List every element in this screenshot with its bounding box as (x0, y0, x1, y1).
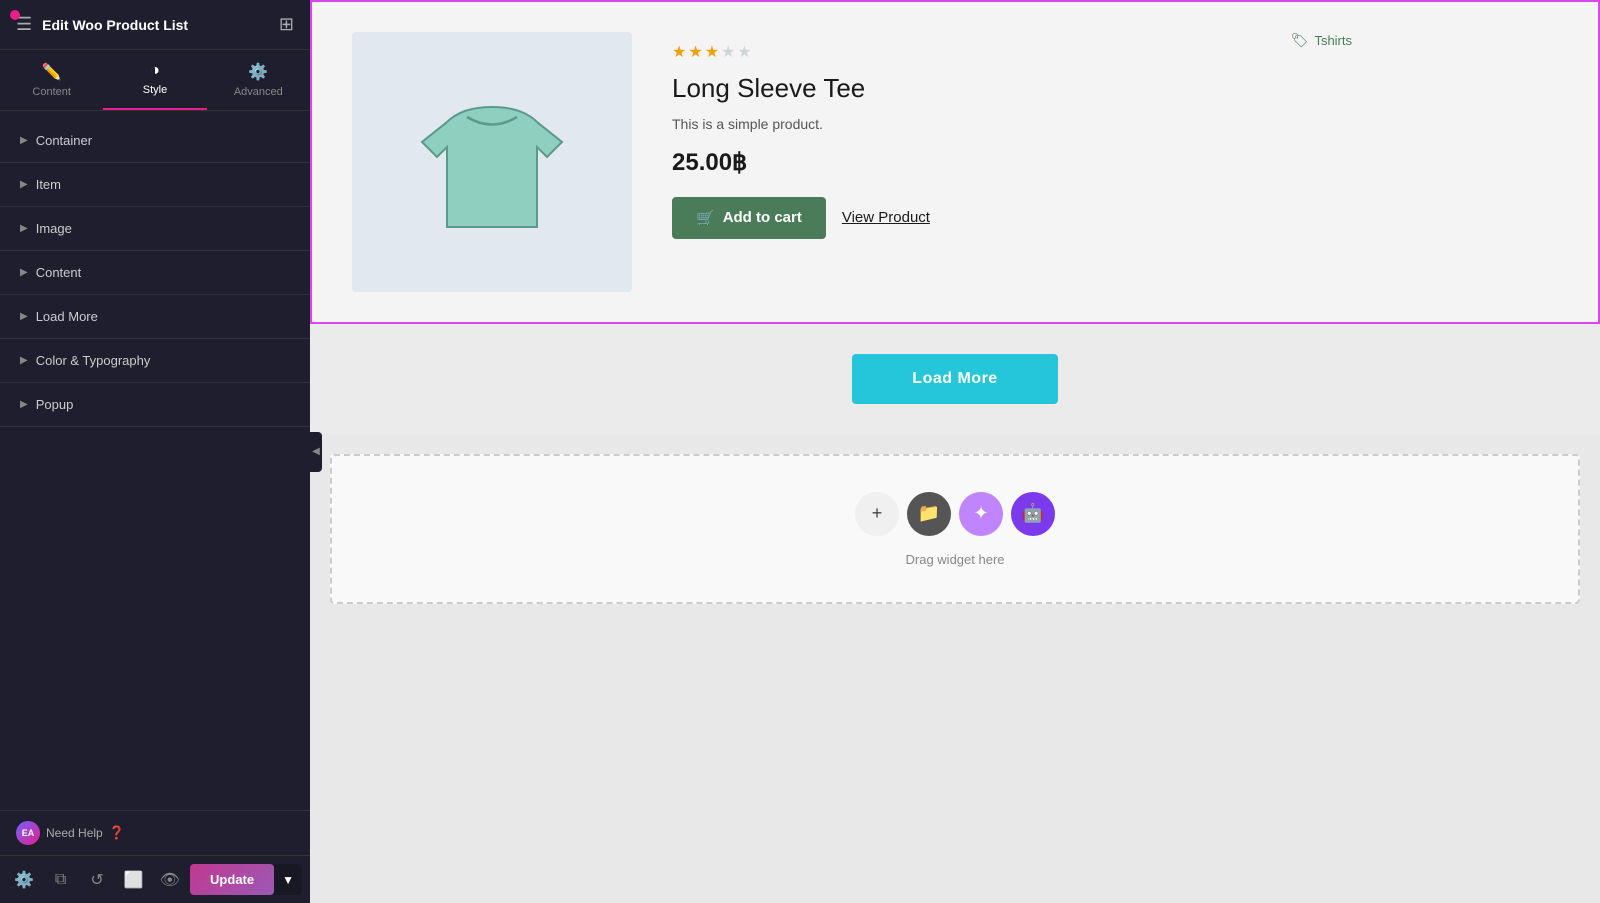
section-popup-header[interactable]: ▶ Popup (0, 383, 310, 426)
section-load-more-header[interactable]: ▶ Load More (0, 295, 310, 338)
star-4: ★ (721, 42, 735, 62)
product-description: This is a simple product. (672, 116, 1352, 132)
chevron-item: ▶ (20, 179, 28, 190)
product-name: Long Sleeve Tee (672, 72, 1352, 106)
chevron-content: ▶ (20, 267, 28, 278)
product-info: 🏷 Tshirts ★ ★ ★ ★ ★ Long Sleeve Tee This… (672, 32, 1352, 239)
category-icon: 🏷 (1291, 32, 1309, 49)
add-to-cart-button[interactable]: 🛒 Add to cart (672, 197, 826, 239)
section-item-label: Item (36, 177, 61, 192)
main-canvas: 🏷 Tshirts ★ ★ ★ ★ ★ Long Sleeve Tee This… (310, 0, 1600, 903)
sidebar-header: ☰ Edit Woo Product List ⊞ (0, 0, 310, 50)
section-color-typography-label: Color & Typography (36, 353, 151, 368)
section-image-label: Image (36, 221, 72, 236)
chevron-popup: ▶ (20, 399, 28, 410)
section-load-more-label: Load More (36, 309, 98, 324)
section-content-label: Content (36, 265, 82, 280)
section-container: ▶ Container (0, 119, 310, 163)
magic-widget-button[interactable]: ✦ (959, 492, 1003, 536)
tab-style-label: Style (143, 84, 167, 96)
star-5: ★ (737, 42, 751, 62)
product-price: 25.00฿ (672, 148, 1352, 177)
chevron-container: ▶ (20, 135, 28, 146)
tab-style[interactable]: ◑ Style (103, 50, 206, 110)
ea-badge: EA (16, 821, 40, 845)
help-circle-icon: ❓ (109, 825, 125, 841)
sidebar-toolbar: ⚙️ ⧉ ↺ ⬜ 👁 Update ▼ (0, 855, 310, 903)
layers-icon-btn[interactable]: ⧉ (44, 863, 76, 897)
robot-widget-button[interactable]: 🤖 (1011, 492, 1055, 536)
sidebar-sections: ▶ Container ▶ Item ▶ Image ▶ Content ▶ (0, 111, 310, 810)
widget-action-buttons: + 📁 ✦ 🤖 (855, 492, 1055, 536)
collapse-icon: ◀ (312, 446, 320, 457)
chevron-image: ▶ (20, 223, 28, 234)
section-color-typography-header[interactable]: ▶ Color & Typography (0, 339, 310, 382)
need-help-text: Need Help (46, 826, 103, 840)
preview-icon-btn[interactable]: 👁 (154, 863, 186, 897)
folder-widget-button[interactable]: 📁 (907, 492, 951, 536)
section-content: ▶ Content (0, 251, 310, 295)
load-more-section: Load More (310, 324, 1600, 434)
section-item: ▶ Item (0, 163, 310, 207)
collapse-handle[interactable]: ◀ (310, 432, 322, 472)
update-dropdown-button[interactable]: ▼ (274, 864, 302, 895)
grid-icon[interactable]: ⊞ (279, 14, 294, 35)
section-image: ▶ Image (0, 207, 310, 251)
tab-content-label: Content (32, 86, 71, 98)
section-popup-label: Popup (36, 397, 74, 412)
sidebar-title: Edit Woo Product List (42, 17, 188, 33)
tab-advanced-label: Advanced (234, 86, 283, 98)
pink-dot (10, 10, 20, 20)
add-to-cart-label: Add to cart (723, 209, 802, 226)
cart-icon: 🛒 (696, 209, 715, 227)
star-rating: ★ ★ ★ ★ ★ (672, 42, 1352, 62)
settings-icon-btn[interactable]: ⚙️ (8, 863, 40, 897)
sidebar-header-left: ☰ Edit Woo Product List (16, 14, 188, 35)
history-icon-btn[interactable]: ↺ (81, 863, 113, 897)
drag-widget-text: Drag widget here (906, 552, 1005, 567)
advanced-tab-icon: ⚙️ (248, 62, 268, 82)
view-product-link[interactable]: View Product (842, 209, 930, 226)
section-container-label: Container (36, 133, 92, 148)
section-image-header[interactable]: ▶ Image (0, 207, 310, 250)
need-help-footer[interactable]: EA Need Help ❓ (0, 810, 310, 855)
ea-badge-text: EA (22, 828, 35, 838)
product-actions: 🛒 Add to cart View Product (672, 197, 1352, 239)
product-image-wrap (352, 32, 632, 292)
star-2: ★ (688, 42, 702, 62)
sidebar-tabs: ✏️ Content ◑ Style ⚙️ Advanced (0, 50, 310, 111)
load-more-button[interactable]: Load More (852, 354, 1057, 404)
star-1: ★ (672, 42, 686, 62)
product-section: 🏷 Tshirts ★ ★ ★ ★ ★ Long Sleeve Tee This… (310, 0, 1600, 324)
responsive-icon-btn[interactable]: ⬜ (117, 863, 149, 897)
chevron-load-more: ▶ (20, 311, 28, 322)
update-group: Update ▼ (190, 864, 302, 895)
product-card: 🏷 Tshirts ★ ★ ★ ★ ★ Long Sleeve Tee This… (352, 32, 1352, 292)
section-color-typography: ▶ Color & Typography (0, 339, 310, 383)
product-category-text: Tshirts (1314, 33, 1352, 48)
style-tab-icon: ◑ (150, 62, 160, 80)
section-content-header[interactable]: ▶ Content (0, 251, 310, 294)
star-3: ★ (705, 42, 719, 62)
tab-content[interactable]: ✏️ Content (0, 50, 103, 110)
chevron-color-typography: ▶ (20, 355, 28, 366)
section-popup: ▶ Popup (0, 383, 310, 427)
section-container-header[interactable]: ▶ Container (0, 119, 310, 162)
tab-advanced[interactable]: ⚙️ Advanced (207, 50, 310, 110)
add-widget-button[interactable]: + (855, 492, 899, 536)
update-button[interactable]: Update (190, 864, 274, 895)
widget-drop-area: + 📁 ✦ 🤖 Drag widget here (330, 454, 1580, 604)
sidebar: ☰ Edit Woo Product List ⊞ ✏️ Content ◑ S… (0, 0, 310, 903)
section-item-header[interactable]: ▶ Item (0, 163, 310, 206)
product-category: 🏷 Tshirts (1291, 32, 1352, 49)
product-image-svg (392, 62, 592, 262)
section-load-more: ▶ Load More (0, 295, 310, 339)
content-tab-icon: ✏️ (42, 62, 62, 82)
